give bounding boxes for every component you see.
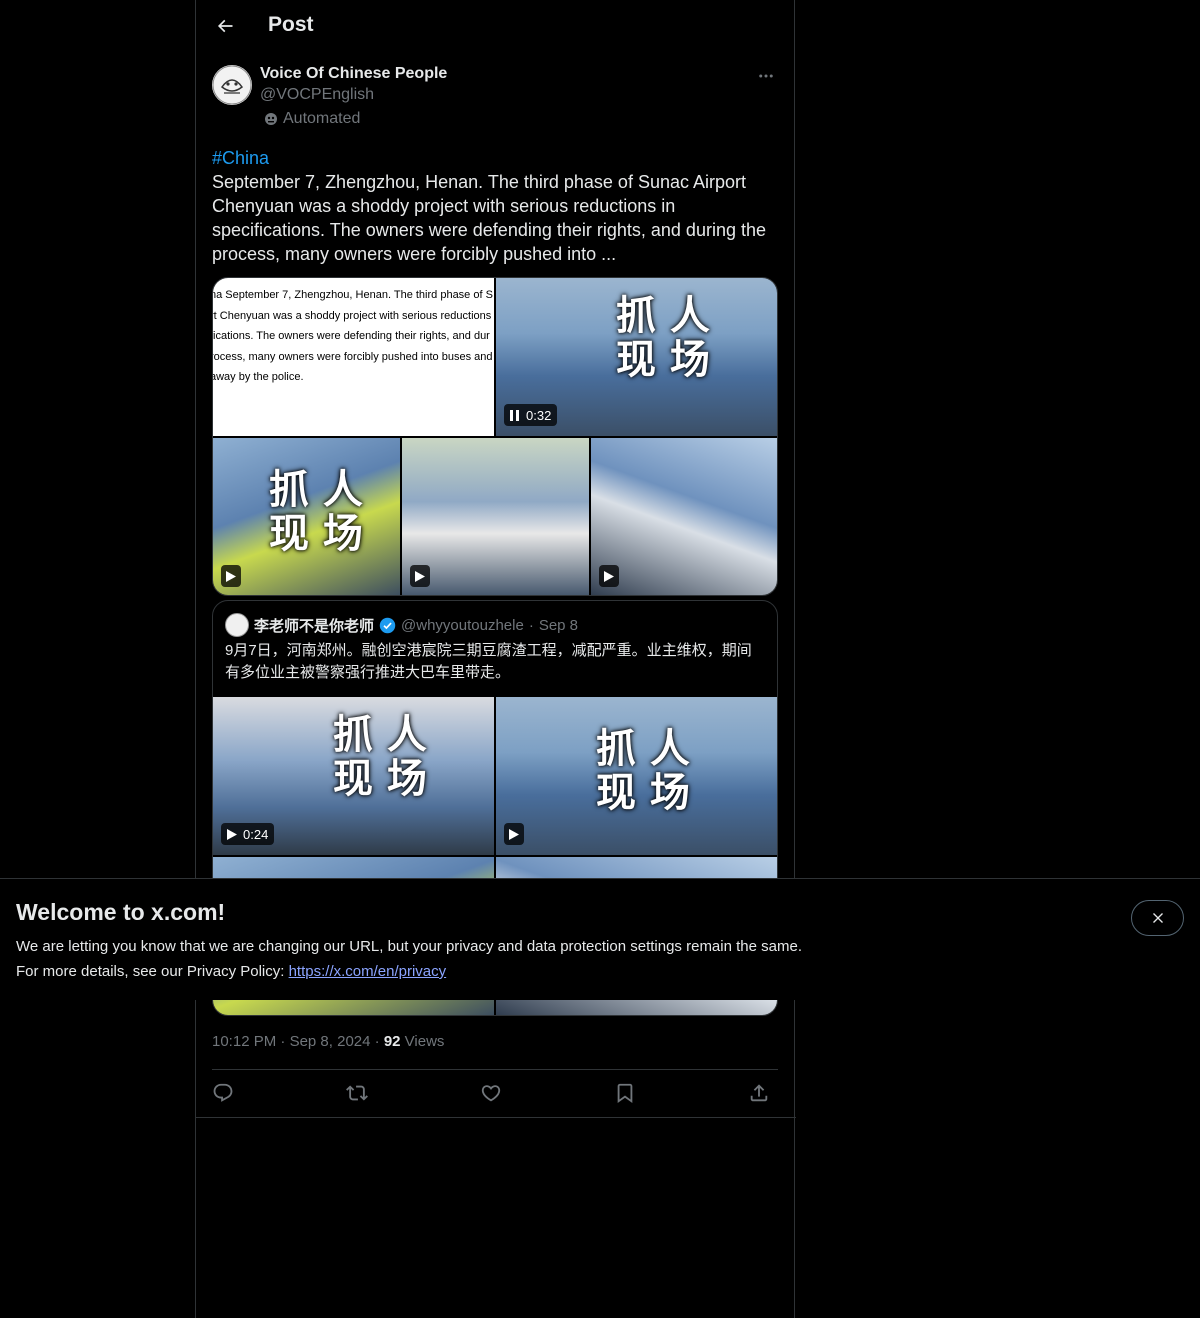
media-video-thumbnail[interactable]: 抓 人 现 场 [496,697,777,855]
close-icon [1152,913,1163,923]
hashtag-link[interactable]: #China [212,146,778,170]
automated-text: Automated [283,110,361,127]
bookmark-button[interactable] [610,1080,640,1106]
tweet-text: #China September 7, Zhengzhou, Henan. Th… [212,146,778,266]
main-column: Post Voice Of Chinese People @VOCPEnglis… [195,0,796,1318]
media-video-thumbnail[interactable] [402,438,589,595]
post-author: Voice Of Chinese People @VOCPEnglish Aut… [212,64,778,134]
play-button[interactable] [599,565,619,587]
text-card-line: rt Chenyuan was a shoddy project with se… [213,309,492,322]
media-grid: na September 7, Zhengzhou, Henan. The th… [212,277,778,596]
quoted-post-date: Sep 8 [538,616,579,634]
pause-icon [510,409,519,421]
video-overlay-text: 抓 人 [596,725,690,772]
post-time[interactable]: 10:12 PM [212,1033,276,1050]
video-duration-pill[interactable]: 0:32 [504,404,558,426]
play-button[interactable] [221,565,241,587]
more-horizontal-icon [759,74,773,78]
reply-button[interactable] [208,1080,238,1106]
banner-body: We are letting you know that we are chan… [16,934,836,984]
robot-icon [265,113,277,125]
video-overlay-text: 抓 人 [269,466,363,513]
video-overlay-text: 现 场 [616,336,710,383]
play-icon [415,570,425,582]
video-overlay-text: 现 场 [596,769,690,816]
repost-button[interactable] [342,1080,372,1106]
page-title: Post [268,13,314,36]
page-header: Post [196,0,796,53]
repost-icon [346,1085,368,1101]
banner-text-line: For more details, see our Privacy Policy… [16,959,836,984]
text-card-line: fications. The owners were defending the… [213,330,490,342]
video-duration: 0:24 [243,826,269,842]
play-icon [226,570,236,582]
reply-icon [213,1083,233,1102]
media-video-thumbnail[interactable]: 抓 人 现 场 0:24 [213,697,494,855]
separator: · [374,1033,380,1050]
share-icon [750,1084,768,1102]
post-date[interactable]: Sep 8, 2024 [290,1033,371,1050]
welcome-banner: Welcome to x.com! We are letting you kno… [0,878,1200,1000]
video-duration: 0:32 [526,407,552,423]
divider [196,1117,796,1118]
more-button[interactable] [754,64,778,88]
like-button[interactable] [476,1080,506,1106]
privacy-policy-link[interactable]: https://x.com/en/privacy [289,963,447,980]
quoted-author-name: 李老师不是你老师 [254,617,375,635]
verified-badge-icon [379,617,396,633]
views-count: 92 [383,1033,401,1050]
views-label: Views [404,1033,445,1050]
play-icon [227,828,237,840]
video-overlay-text: 抓 人 [616,292,710,339]
share-button[interactable] [744,1080,774,1106]
quoted-author-handle: @whyyoutouzhele [401,616,524,634]
action-bar [212,1080,778,1106]
video-overlay-text: 现 场 [269,510,363,557]
separator: · [280,1033,286,1050]
video-overlay-text: 现 场 [333,755,427,802]
media-video-thumbnail[interactable] [591,438,777,595]
bookmark-icon [617,1083,633,1104]
video-duration-pill[interactable]: 0:24 [221,823,275,845]
arrow-left-icon [217,19,233,33]
close-banner-button[interactable] [1131,900,1184,936]
play-icon [509,828,519,840]
banner-text: For more details, see our Privacy Policy… [16,963,289,980]
heart-icon [481,1085,501,1102]
media-text-card[interactable]: na September 7, Zhengzhou, Henan. The th… [213,278,494,436]
quoted-post-text: 9月7日，河南郑州。融创空港宸院三期豆腐渣工程，减配严重。业主维权，期间有多位业… [225,642,752,681]
media-video-thumbnail[interactable]: 抓 人 现 场 [213,438,400,595]
text-card-line: rocess, many owners were forcibly pushed… [213,350,493,363]
play-icon [604,570,614,582]
avatar [225,613,249,637]
video-overlay-text: 抓 人 [333,711,427,758]
avatar[interactable] [212,65,252,105]
text-card-line: na September 7, Zhengzhou, Henan. The th… [213,289,493,301]
author-handle[interactable]: @VOCPEnglish [260,86,374,104]
avatar-image [212,65,252,105]
separator: · [528,616,534,634]
back-button[interactable] [208,9,242,43]
post-timestamp: 10:12 PM · Sep 8, 2024 · 92 Views [212,1033,444,1050]
media-video-thumbnail[interactable]: 抓 人 现 场 0:32 [496,278,777,436]
text-card-line: away by the police. [213,371,304,383]
tweet-body: September 7, Zhengzhou, Henan. The third… [212,172,766,264]
quoted-post-header: 李老师不是你老师 @whyyoutouzhele · Sep 8 [225,613,578,637]
banner-text: We are letting you know that we are chan… [16,938,802,955]
play-button[interactable] [504,823,524,845]
banner-title: Welcome to x.com! [16,899,226,925]
play-button[interactable] [410,565,430,587]
automated-label: Automated [264,110,360,128]
divider [212,1069,778,1070]
author-display-name[interactable]: Voice Of Chinese People [260,65,447,83]
